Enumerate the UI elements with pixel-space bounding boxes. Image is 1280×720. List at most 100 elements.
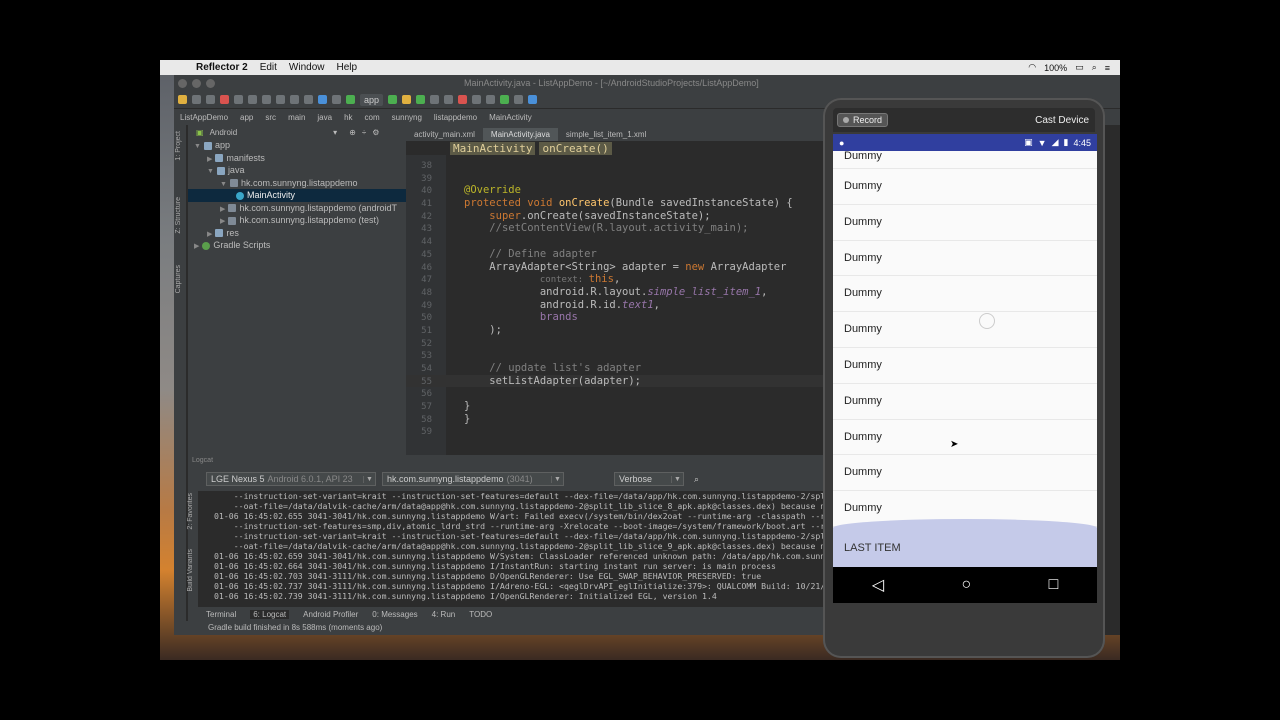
tab-build-variants[interactable]: Build Variants (187, 549, 194, 592)
list-item[interactable]: Dummy (833, 169, 1097, 205)
code-line[interactable]: 47 context: this, (406, 273, 826, 286)
list-item[interactable]: Dummy (833, 455, 1097, 492)
tree-item[interactable]: ▶ hk.com.sunnyng.listappdemo (androidT (188, 202, 406, 215)
nav-crumb[interactable]: com (365, 113, 380, 122)
expand-arrow-icon[interactable]: ▶ (207, 156, 212, 163)
battery-icon[interactable]: ▭ (1075, 62, 1084, 73)
copy-icon[interactable] (262, 95, 271, 104)
close-window-icon[interactable] (178, 78, 187, 88)
process-select[interactable]: hk.com.sunnyng.listappdemo (3041) ▼ (382, 472, 564, 486)
tree-item[interactable]: ▼ app (188, 139, 406, 152)
tab-logcat[interactable]: 6: Logcat (250, 609, 290, 619)
tab-structure[interactable]: Z: Structure (175, 197, 182, 234)
zoom-window-icon[interactable] (206, 78, 215, 88)
code-line[interactable]: 38 (406, 159, 826, 172)
list-item[interactable]: Dummy (833, 348, 1097, 384)
code-line[interactable]: 52 (406, 337, 826, 350)
tree-item[interactable]: MainActivity (188, 189, 406, 202)
tab-todo[interactable]: TODO (469, 610, 492, 619)
logcat-search-input[interactable]: ⌕ (690, 472, 820, 486)
forward-icon[interactable] (332, 95, 341, 104)
tab-captures[interactable]: Captures (175, 265, 182, 293)
list-item[interactable]: Dummy (833, 276, 1097, 313)
expand-arrow-icon[interactable]: ▼ (220, 181, 227, 188)
avd-manager-icon[interactable] (486, 95, 496, 104)
code-line[interactable]: 55 setListAdapter(adapter); (406, 374, 826, 388)
code-line[interactable]: 44 (406, 235, 826, 248)
tab-terminal[interactable]: Terminal (206, 610, 236, 619)
list-item[interactable]: Dummy (833, 420, 1097, 456)
redo-icon[interactable] (234, 95, 243, 104)
breadcrumb-class[interactable]: MainActivity (450, 141, 536, 155)
code-line[interactable]: 41 protected void onCreate(Bundle savedIn… (406, 197, 826, 210)
logcat-output[interactable]: --instruction-set-variant=krait --instru… (198, 491, 838, 608)
tab-main-activity-java[interactable]: MainActivity.java (482, 128, 558, 141)
nav-crumb[interactable]: ListAppDemo (180, 113, 228, 122)
project-view-selector[interactable]: ▣ Android ▾ ⊕ ÷ ⚙ (188, 125, 406, 139)
tab-project[interactable]: 1: Project (175, 131, 182, 161)
run-config-select[interactable]: app (360, 93, 384, 106)
nav-crumb[interactable]: app (240, 113, 253, 122)
nav-crumb[interactable]: java (317, 113, 332, 122)
tab-activity-main-xml[interactable]: activity_main.xml (406, 128, 483, 141)
nav-crumb[interactable]: main (288, 113, 305, 122)
nav-crumb[interactable]: MainActivity (489, 113, 532, 122)
tab-android-profiler[interactable]: Android Profiler (303, 610, 358, 619)
code-area[interactable]: 38 39 40 @Override 41 protected void onCreate… (406, 159, 826, 438)
list-item[interactable]: Dummy (833, 205, 1097, 241)
settings-gear-icon[interactable]: ⚙ (372, 128, 379, 137)
wifi-icon[interactable]: ◠ (1028, 62, 1036, 73)
menu-edit[interactable]: Edit (260, 62, 277, 73)
paste-icon[interactable] (276, 95, 285, 104)
back-icon[interactable]: ◁ (872, 575, 884, 595)
sync-icon[interactable] (206, 95, 215, 104)
help-icon[interactable] (528, 95, 538, 104)
collapse-all-icon[interactable]: ÷ (362, 128, 366, 137)
dummy-list[interactable]: Dummy Dummy Dummy Dummy Dummy Dummy Dummy Dummy… (833, 151, 1097, 567)
home-icon[interactable]: ○ (961, 576, 971, 594)
profile-icon[interactable] (430, 95, 440, 104)
gradle-sync-icon[interactable] (472, 95, 482, 104)
scroll-from-source-icon[interactable]: ⊕ (349, 128, 356, 137)
code-line[interactable]: 58} (406, 413, 826, 426)
expand-arrow-icon[interactable]: ▼ (194, 143, 201, 150)
nav-crumb[interactable]: hk (344, 113, 352, 122)
find-icon[interactable] (290, 95, 299, 104)
debug-icon[interactable] (416, 95, 426, 104)
recents-icon[interactable]: □ (1049, 576, 1059, 594)
apply-changes-icon[interactable] (402, 95, 412, 104)
list-item[interactable]: Dummy (833, 151, 1097, 169)
undo-icon[interactable] (220, 95, 229, 104)
code-line[interactable]: 57} (406, 400, 826, 413)
tree-item[interactable]: ▶ manifests (188, 152, 406, 165)
code-line[interactable]: 48 android.R.layout.simple_list_item_1, (406, 286, 826, 299)
expand-arrow-icon[interactable]: ▶ (207, 231, 212, 238)
breadcrumb-method[interactable]: onCreate() (539, 141, 612, 155)
code-line[interactable]: 56 (406, 387, 826, 400)
list-item[interactable]: Dummy (833, 384, 1097, 420)
tree-item[interactable]: ▼ hk.com.sunnyng.listappdemo (188, 177, 406, 190)
back-icon[interactable] (318, 95, 327, 104)
cast-device-button[interactable]: Cast Device (1035, 115, 1089, 126)
tab-simple-list-item-xml[interactable]: simple_list_item_1.xml (558, 128, 654, 141)
tree-item[interactable]: ▶ res (188, 227, 406, 240)
search-icon[interactable]: ⌕ (1092, 62, 1097, 73)
device-select[interactable]: LGE Nexus 5 Android 6.0.1, API 23 ▼ (206, 472, 376, 486)
replace-icon[interactable] (304, 95, 313, 104)
code-line[interactable]: 45 // Define adapter (406, 248, 826, 261)
code-line[interactable]: 53 (406, 349, 826, 362)
sdk-manager-icon[interactable] (500, 95, 510, 104)
code-line[interactable]: 39 (406, 172, 826, 185)
attach-debugger-icon[interactable] (444, 95, 454, 104)
tree-item[interactable]: ▼ java (188, 164, 406, 177)
structure-icon[interactable] (514, 95, 524, 104)
list-item[interactable]: Dummy (833, 241, 1097, 277)
run-icon[interactable] (388, 95, 398, 104)
expand-arrow-icon[interactable]: ▶ (220, 206, 225, 213)
nav-crumb[interactable]: src (265, 113, 276, 122)
code-line[interactable]: 54 // update list's adapter (406, 362, 826, 375)
code-line[interactable]: 50 brands (406, 311, 826, 324)
code-line[interactable]: 42 super.onCreate(savedInstanceState); (406, 210, 826, 223)
record-button[interactable]: Record (837, 113, 889, 127)
code-line[interactable]: 40 @Override (406, 184, 826, 197)
